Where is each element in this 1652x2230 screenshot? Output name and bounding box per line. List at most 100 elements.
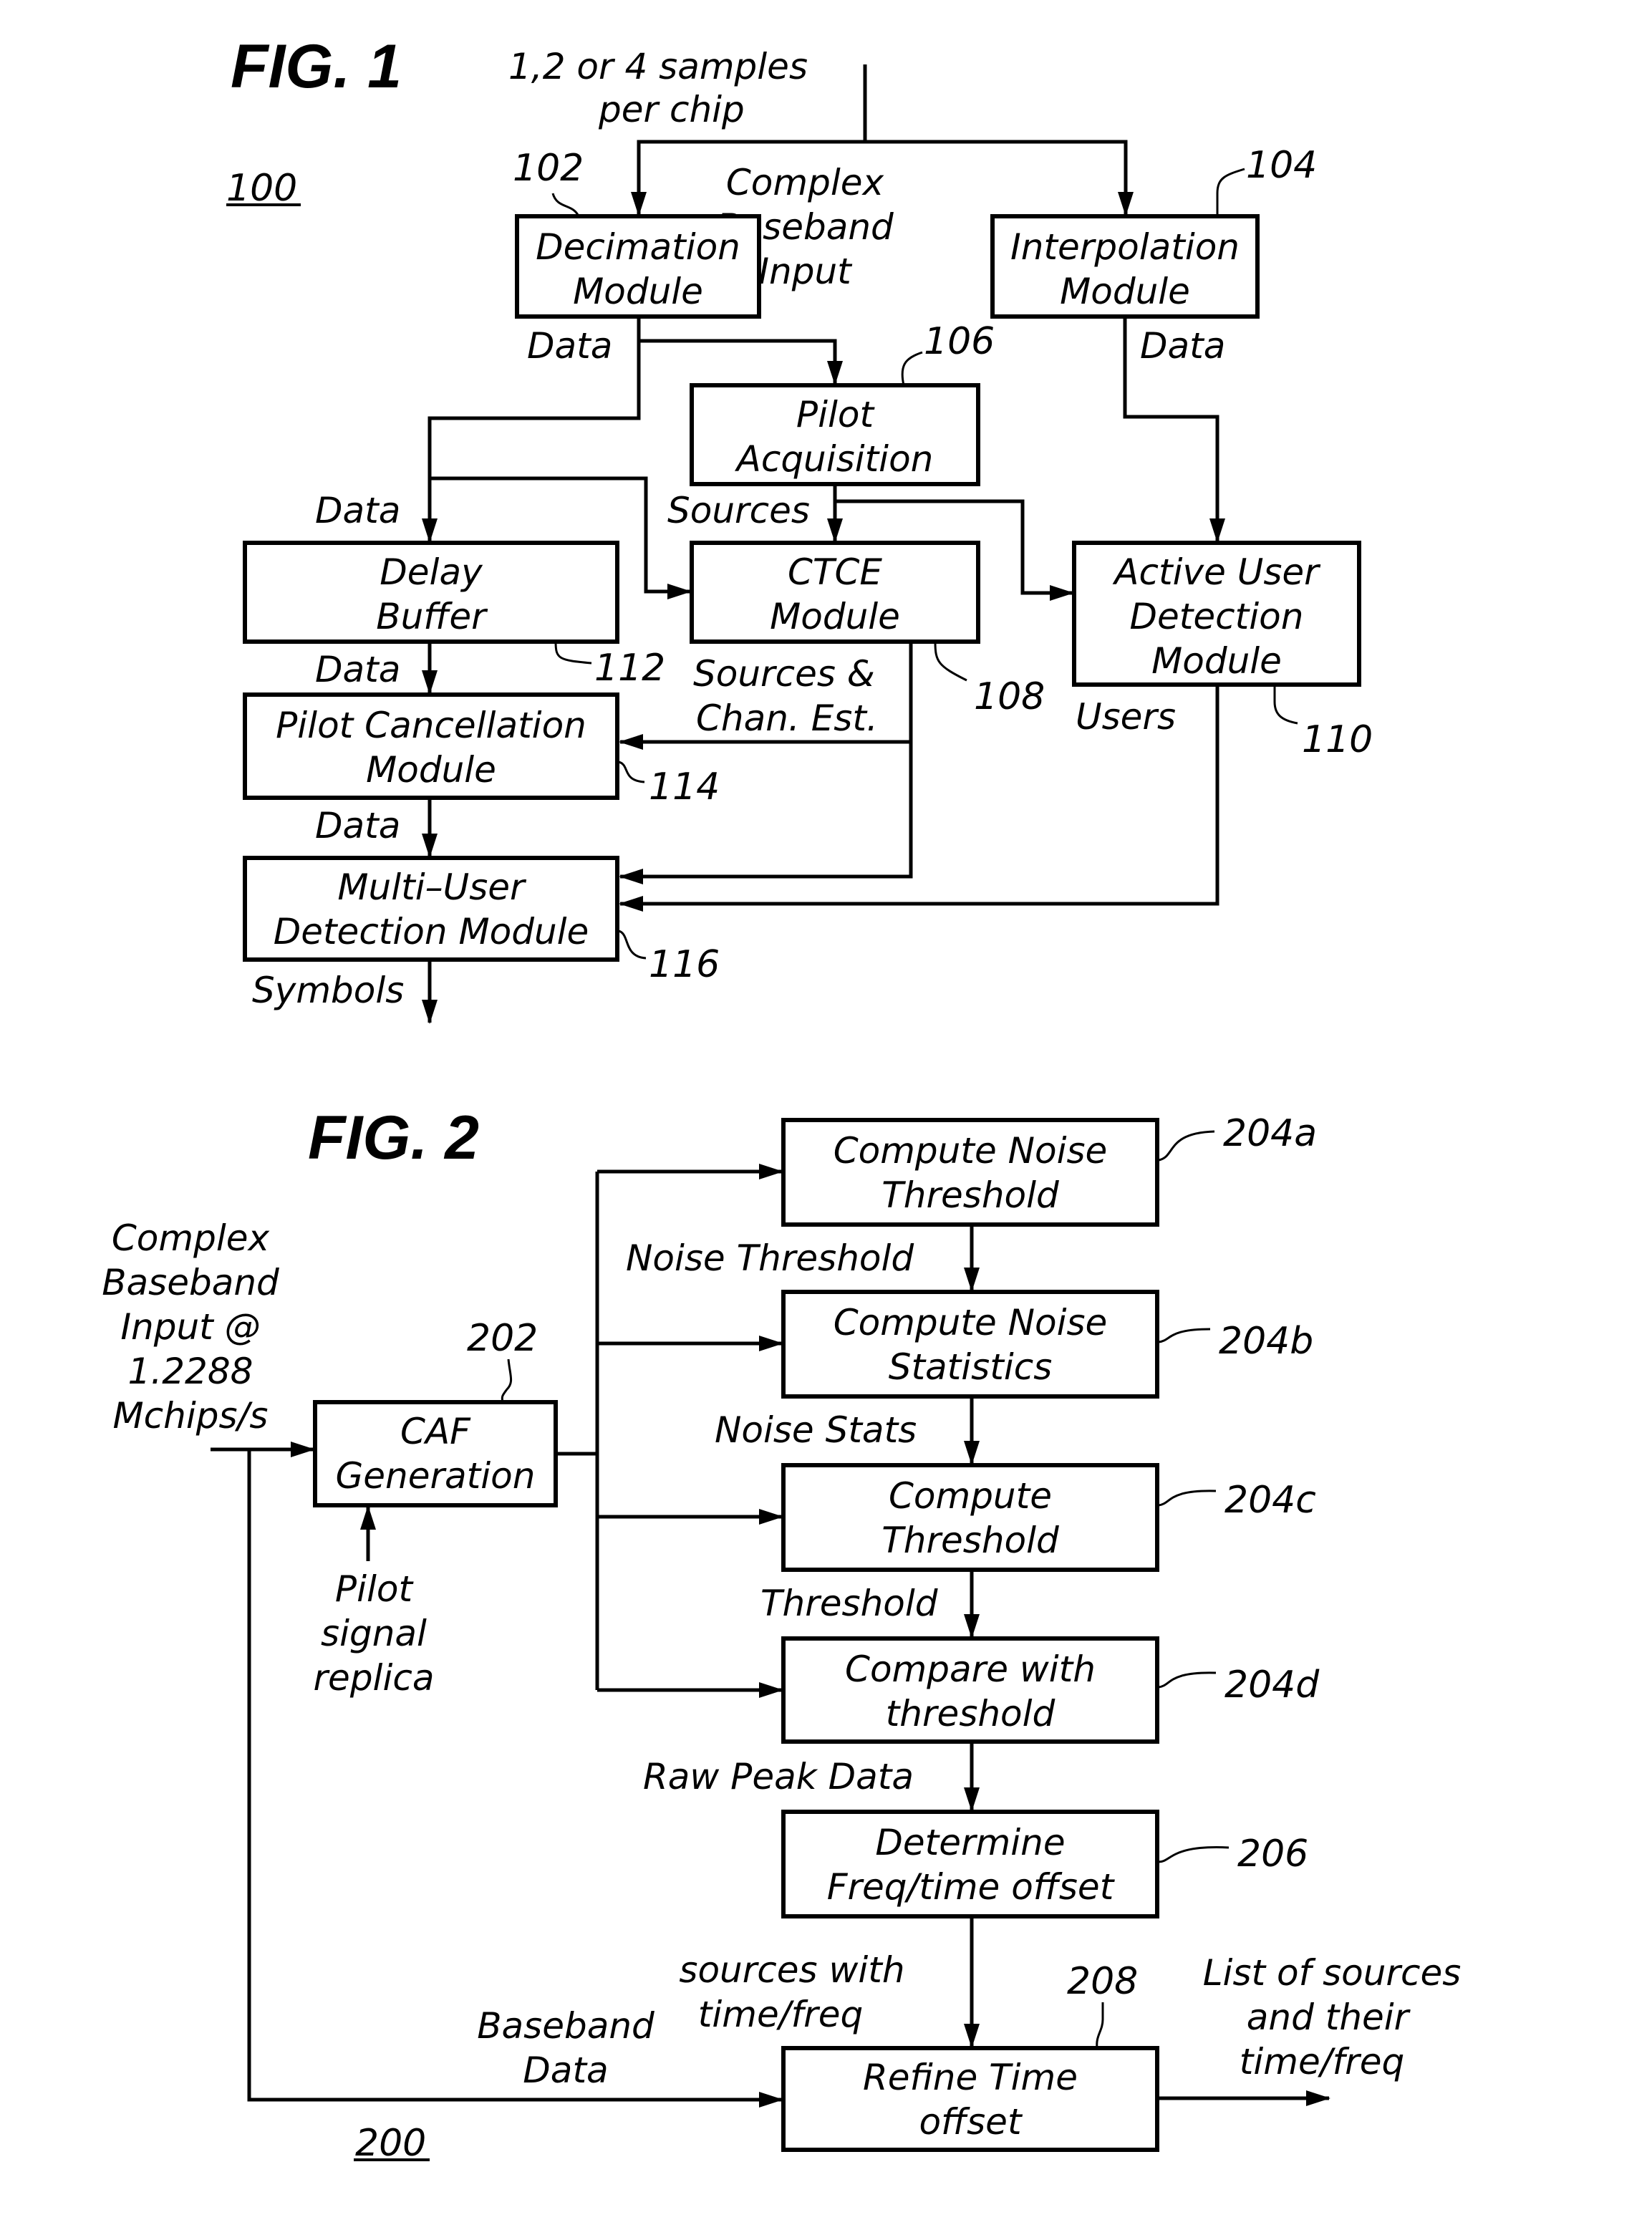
pilot-acq-ref: 106 (924, 320, 995, 363)
determine-label-2: Freq/time offset (827, 1866, 1116, 1908)
noise-threshold-ref: 204a (1223, 1112, 1317, 1155)
signal-symbols: Symbols (252, 970, 404, 1011)
signal-baseband-data-2: Data (523, 2050, 608, 2091)
compare-ref: 204d (1224, 1664, 1320, 1707)
pilot-label-2: signal (321, 1613, 427, 1654)
mud-label-2: Detection Module (274, 911, 589, 952)
fig2-input-label-4: 1.2288 (128, 1351, 253, 1392)
signal-sources-chan-2: Chan. Est. (696, 698, 878, 739)
decimation-label-1: Decimation (536, 226, 740, 268)
fig1-center-label-3: Input (758, 251, 853, 292)
interpolation-ref: 104 (1246, 144, 1317, 187)
signal-data-delay-in: Data (315, 490, 400, 531)
active-user-leader (1273, 685, 1298, 725)
output-label-2: and their (1247, 1997, 1411, 2038)
decimation-leader (551, 193, 580, 217)
delay-buffer-label-1: Delay (380, 551, 483, 593)
fig2-input-label-3: Input @ (120, 1306, 260, 1348)
patent-drawing-sheet: FIG. 1 100 1,2 or 4 samples per chip Com… (102, 32, 1461, 2165)
fig1-center-label-1: Complex (726, 162, 884, 203)
decimation-module[interactable]: Decimation Module (515, 214, 761, 319)
output-label-1: List of sources (1203, 1952, 1462, 1994)
pilot-label-1: Pilot (335, 1568, 415, 1610)
fig1-input-label-2: per chip (598, 89, 745, 130)
compare-label-1: Compare with (845, 1649, 1096, 1690)
ctce-label-2: Module (770, 596, 900, 637)
fig2-input-label-2: Baseband (102, 1262, 279, 1303)
signal-baseband-data-1: Baseband (477, 2005, 654, 2047)
delay-buffer-label-2: Buffer (376, 596, 488, 637)
figure-1: FIG. 1 100 1,2 or 4 samples per chip Com… (226, 32, 1373, 1024)
output-label-3: time/freq (1240, 2041, 1404, 2082)
caf-leader (501, 1358, 513, 1403)
delay-buffer[interactable]: Delay Buffer (243, 541, 619, 644)
delay-buffer-leader (554, 641, 592, 665)
pilot-acq-leader (901, 351, 923, 386)
refine-label-1: Refine Time (863, 2057, 1078, 2098)
ctce-module[interactable]: CTCE Module (690, 541, 980, 644)
compute-noise-statistics[interactable]: Compute Noise Statistics (781, 1290, 1159, 1399)
mud-label-1: Multi–User (337, 867, 527, 908)
signal-raw-peak: Raw Peak Data (643, 1756, 914, 1797)
signal-sources: Sources (667, 490, 810, 531)
interpolation-module[interactable]: Interpolation Module (990, 214, 1260, 319)
active-user-detection-module[interactable]: Active User Detection Module (1072, 541, 1361, 687)
active-user-label-3: Module (1151, 640, 1282, 682)
caf-generation[interactable]: CAF Generation (313, 1400, 558, 1507)
decimation-ref: 102 (513, 147, 584, 190)
fig2-input-label-1: Complex (112, 1217, 270, 1259)
signal-data-delay-out: Data (315, 649, 400, 690)
signal-users: Users (1076, 696, 1176, 738)
pilot-cancel-label-2: Module (366, 749, 496, 791)
ctce-label-1: CTCE (788, 551, 882, 593)
compute-noise-threshold[interactable]: Compute Noise Threshold (781, 1118, 1159, 1227)
signal-data-interp: Data (1140, 325, 1225, 367)
signal-sources-chan-1: Sources & (693, 653, 875, 695)
noise-threshold-label-1: Compute Noise (834, 1130, 1108, 1172)
pilot-acq-label-1: Pilot (796, 394, 876, 435)
pilot-cancel-leader (618, 761, 645, 783)
multi-user-detection-module[interactable]: Multi–User Detection Module (243, 856, 619, 962)
decimation-label-2: Module (573, 271, 703, 312)
determine-label-1: Determine (875, 1822, 1065, 1863)
signal-data-decim: Data (527, 325, 612, 367)
caf-label-2: Generation (336, 1455, 536, 1497)
pilot-label-3: replica (314, 1657, 435, 1699)
pilot-cancellation-module[interactable]: Pilot Cancellation Module (243, 692, 619, 800)
fig2-title: FIG. 2 (308, 1104, 479, 1172)
signal-noise-stats: Noise Stats (715, 1409, 917, 1451)
mud-ref: 116 (649, 943, 720, 986)
refine-ref: 208 (1067, 1960, 1138, 2003)
pilot-cancel-ref: 114 (649, 766, 720, 809)
compare-label-2: threshold (886, 1693, 1056, 1734)
noise-stats-label-2: Statistics (889, 1346, 1053, 1388)
refine-time-offset[interactable]: Refine Time offset (781, 2046, 1159, 2152)
noise-stats-label-1: Compute Noise (834, 1302, 1108, 1343)
noise-threshold-label-2: Threshold (881, 1174, 1059, 1216)
compute-threshold-label-2: Threshold (881, 1520, 1059, 1561)
figure-2: FIG. 2 Complex Baseband Input @ 1.2288 M… (102, 1104, 1461, 2165)
mud-leader (618, 930, 647, 960)
refine-leader (1096, 2002, 1104, 2049)
compute-threshold[interactable]: Compute Threshold (781, 1463, 1159, 1572)
compare-leader (1158, 1671, 1217, 1689)
pilot-acq-label-2: Acquisition (735, 438, 934, 480)
signal-data-pc-out: Data (315, 805, 400, 846)
interpolation-leader (1216, 168, 1245, 216)
delay-buffer-ref: 112 (594, 647, 665, 690)
ctce-ref: 108 (974, 675, 1045, 718)
compute-threshold-label-1: Compute (889, 1475, 1052, 1517)
determine-leader (1158, 1846, 1230, 1863)
pilot-acquisition-module[interactable]: Pilot Acquisition (690, 383, 980, 486)
active-user-label-2: Detection (1130, 596, 1304, 637)
compare-with-threshold[interactable]: Compare with threshold (781, 1636, 1159, 1744)
noise-stats-ref: 204b (1219, 1320, 1313, 1363)
fig1-input-label-1: 1,2 or 4 samples (508, 46, 808, 87)
determine-ref: 206 (1237, 1833, 1308, 1876)
signal-noise-threshold: Noise Threshold (626, 1237, 914, 1279)
interpolation-label-1: Interpolation (1010, 226, 1240, 268)
signal-sources-tf-2: time/freq (698, 1994, 863, 2035)
determine-freq-time-offset[interactable]: Determine Freq/time offset (781, 1810, 1159, 1918)
interpolation-label-2: Module (1060, 271, 1190, 312)
noise-threshold-leader (1158, 1130, 1215, 1162)
